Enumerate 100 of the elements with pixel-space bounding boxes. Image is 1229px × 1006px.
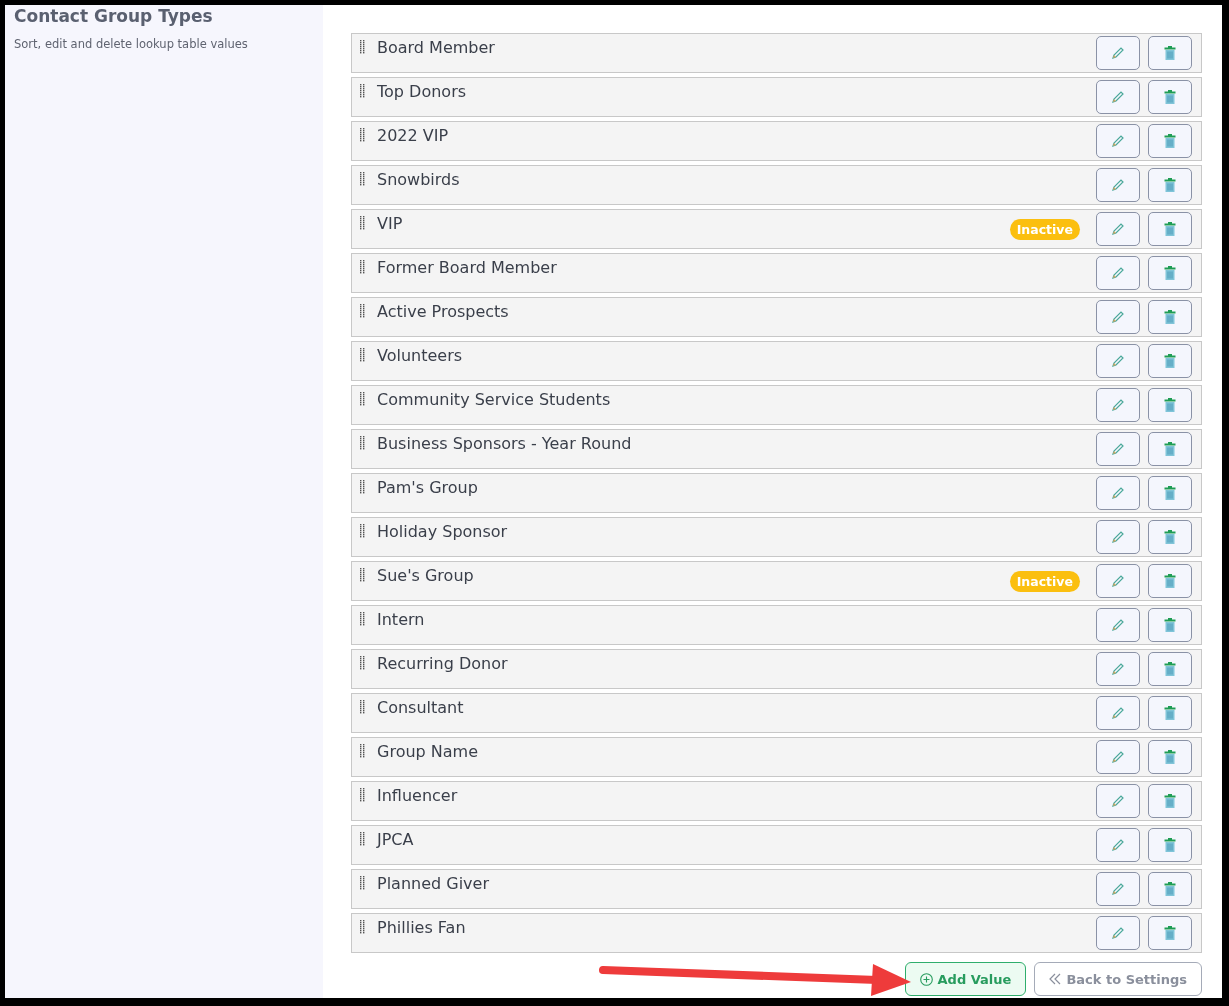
value-label: Holiday Sponsor <box>377 522 509 541</box>
edit-button[interactable] <box>1096 828 1140 862</box>
value-label: Business Sponsors - Year Round <box>377 434 633 453</box>
edit-button[interactable] <box>1096 476 1140 510</box>
value-row[interactable]: 2022 VIP <box>351 121 1202 161</box>
value-row[interactable]: Consultant <box>351 693 1202 733</box>
drag-handle-icon[interactable] <box>360 920 365 934</box>
value-label: Community Service Students <box>377 390 612 409</box>
delete-button[interactable] <box>1148 740 1192 774</box>
value-row[interactable]: Planned Giver <box>351 869 1202 909</box>
value-row[interactable]: Board Member <box>351 33 1202 73</box>
delete-button[interactable] <box>1148 564 1192 598</box>
edit-button[interactable] <box>1096 872 1140 906</box>
delete-button[interactable] <box>1148 256 1192 290</box>
page-title: Contact Group Types <box>14 5 214 27</box>
value-label: Recurring Donor <box>377 654 509 673</box>
delete-button[interactable] <box>1148 872 1192 906</box>
drag-handle-icon[interactable] <box>360 568 365 582</box>
value-row[interactable]: Former Board Member <box>351 253 1202 293</box>
delete-button[interactable] <box>1148 388 1192 422</box>
delete-button[interactable] <box>1148 828 1192 862</box>
delete-button[interactable] <box>1148 168 1192 202</box>
delete-button[interactable] <box>1148 344 1192 378</box>
value-row[interactable]: Volunteers <box>351 341 1202 381</box>
edit-button[interactable] <box>1096 344 1140 378</box>
delete-button[interactable] <box>1148 608 1192 642</box>
delete-button[interactable] <box>1148 36 1192 70</box>
drag-handle-icon[interactable] <box>360 656 365 670</box>
value-row[interactable]: Group Name <box>351 737 1202 777</box>
edit-button[interactable] <box>1096 124 1140 158</box>
edit-button[interactable] <box>1096 432 1140 466</box>
drag-handle-icon[interactable] <box>360 392 365 406</box>
edit-button[interactable] <box>1096 740 1140 774</box>
delete-button[interactable] <box>1148 520 1192 554</box>
trash-icon <box>1164 750 1176 764</box>
pencil-icon <box>1111 90 1125 104</box>
pencil-icon <box>1111 310 1125 324</box>
edit-button[interactable] <box>1096 388 1140 422</box>
edit-button[interactable] <box>1096 784 1140 818</box>
drag-handle-icon[interactable] <box>360 700 365 714</box>
edit-button[interactable] <box>1096 256 1140 290</box>
delete-button[interactable] <box>1148 432 1192 466</box>
delete-button[interactable] <box>1148 696 1192 730</box>
value-row[interactable]: Sue's Group Inactive <box>351 561 1202 601</box>
value-label: Top Donors <box>377 82 468 101</box>
value-row[interactable]: Influencer <box>351 781 1202 821</box>
drag-handle-icon[interactable] <box>360 832 365 846</box>
edit-button[interactable] <box>1096 652 1140 686</box>
pencil-icon <box>1111 794 1125 808</box>
value-row[interactable]: JPCA <box>351 825 1202 865</box>
edit-button[interactable] <box>1096 80 1140 114</box>
drag-handle-icon[interactable] <box>360 744 365 758</box>
value-row[interactable]: Intern <box>351 605 1202 645</box>
value-row[interactable]: Community Service Students <box>351 385 1202 425</box>
delete-button[interactable] <box>1148 124 1192 158</box>
drag-handle-icon[interactable] <box>360 84 365 98</box>
value-row[interactable]: VIP Inactive <box>351 209 1202 249</box>
value-row[interactable]: Business Sponsors - Year Round <box>351 429 1202 469</box>
drag-handle-icon[interactable] <box>360 40 365 54</box>
pencil-icon <box>1111 574 1125 588</box>
drag-handle-icon[interactable] <box>360 348 365 362</box>
plus-circle-icon <box>919 972 933 986</box>
value-row[interactable]: Recurring Donor <box>351 649 1202 689</box>
drag-handle-icon[interactable] <box>360 172 365 186</box>
drag-handle-icon[interactable] <box>360 216 365 230</box>
delete-button[interactable] <box>1148 784 1192 818</box>
edit-button[interactable] <box>1096 300 1140 334</box>
edit-button[interactable] <box>1096 212 1140 246</box>
delete-button[interactable] <box>1148 916 1192 950</box>
value-row[interactable]: Holiday Sponsor <box>351 517 1202 557</box>
edit-button[interactable] <box>1096 36 1140 70</box>
drag-handle-icon[interactable] <box>360 480 365 494</box>
value-row[interactable]: Active Prospects <box>351 297 1202 337</box>
drag-handle-icon[interactable] <box>360 876 365 890</box>
edit-button[interactable] <box>1096 608 1140 642</box>
delete-button[interactable] <box>1148 476 1192 510</box>
drag-handle-icon[interactable] <box>360 260 365 274</box>
edit-button[interactable] <box>1096 168 1140 202</box>
trash-icon <box>1164 706 1176 720</box>
drag-handle-icon[interactable] <box>360 612 365 626</box>
value-row[interactable]: Top Donors <box>351 77 1202 117</box>
edit-button[interactable] <box>1096 564 1140 598</box>
drag-handle-icon[interactable] <box>360 524 365 538</box>
drag-handle-icon[interactable] <box>360 788 365 802</box>
value-label: Consultant <box>377 698 465 717</box>
drag-handle-icon[interactable] <box>360 436 365 450</box>
edit-button[interactable] <box>1096 520 1140 554</box>
drag-handle-icon[interactable] <box>360 304 365 318</box>
delete-button[interactable] <box>1148 212 1192 246</box>
delete-button[interactable] <box>1148 80 1192 114</box>
pencil-icon <box>1111 662 1125 676</box>
edit-button[interactable] <box>1096 916 1140 950</box>
value-row[interactable]: Snowbirds <box>351 165 1202 205</box>
value-row[interactable]: Pam's Group <box>351 473 1202 513</box>
delete-button[interactable] <box>1148 300 1192 334</box>
trash-icon <box>1164 882 1176 896</box>
value-row[interactable]: Phillies Fan <box>351 913 1202 953</box>
edit-button[interactable] <box>1096 696 1140 730</box>
drag-handle-icon[interactable] <box>360 128 365 142</box>
delete-button[interactable] <box>1148 652 1192 686</box>
